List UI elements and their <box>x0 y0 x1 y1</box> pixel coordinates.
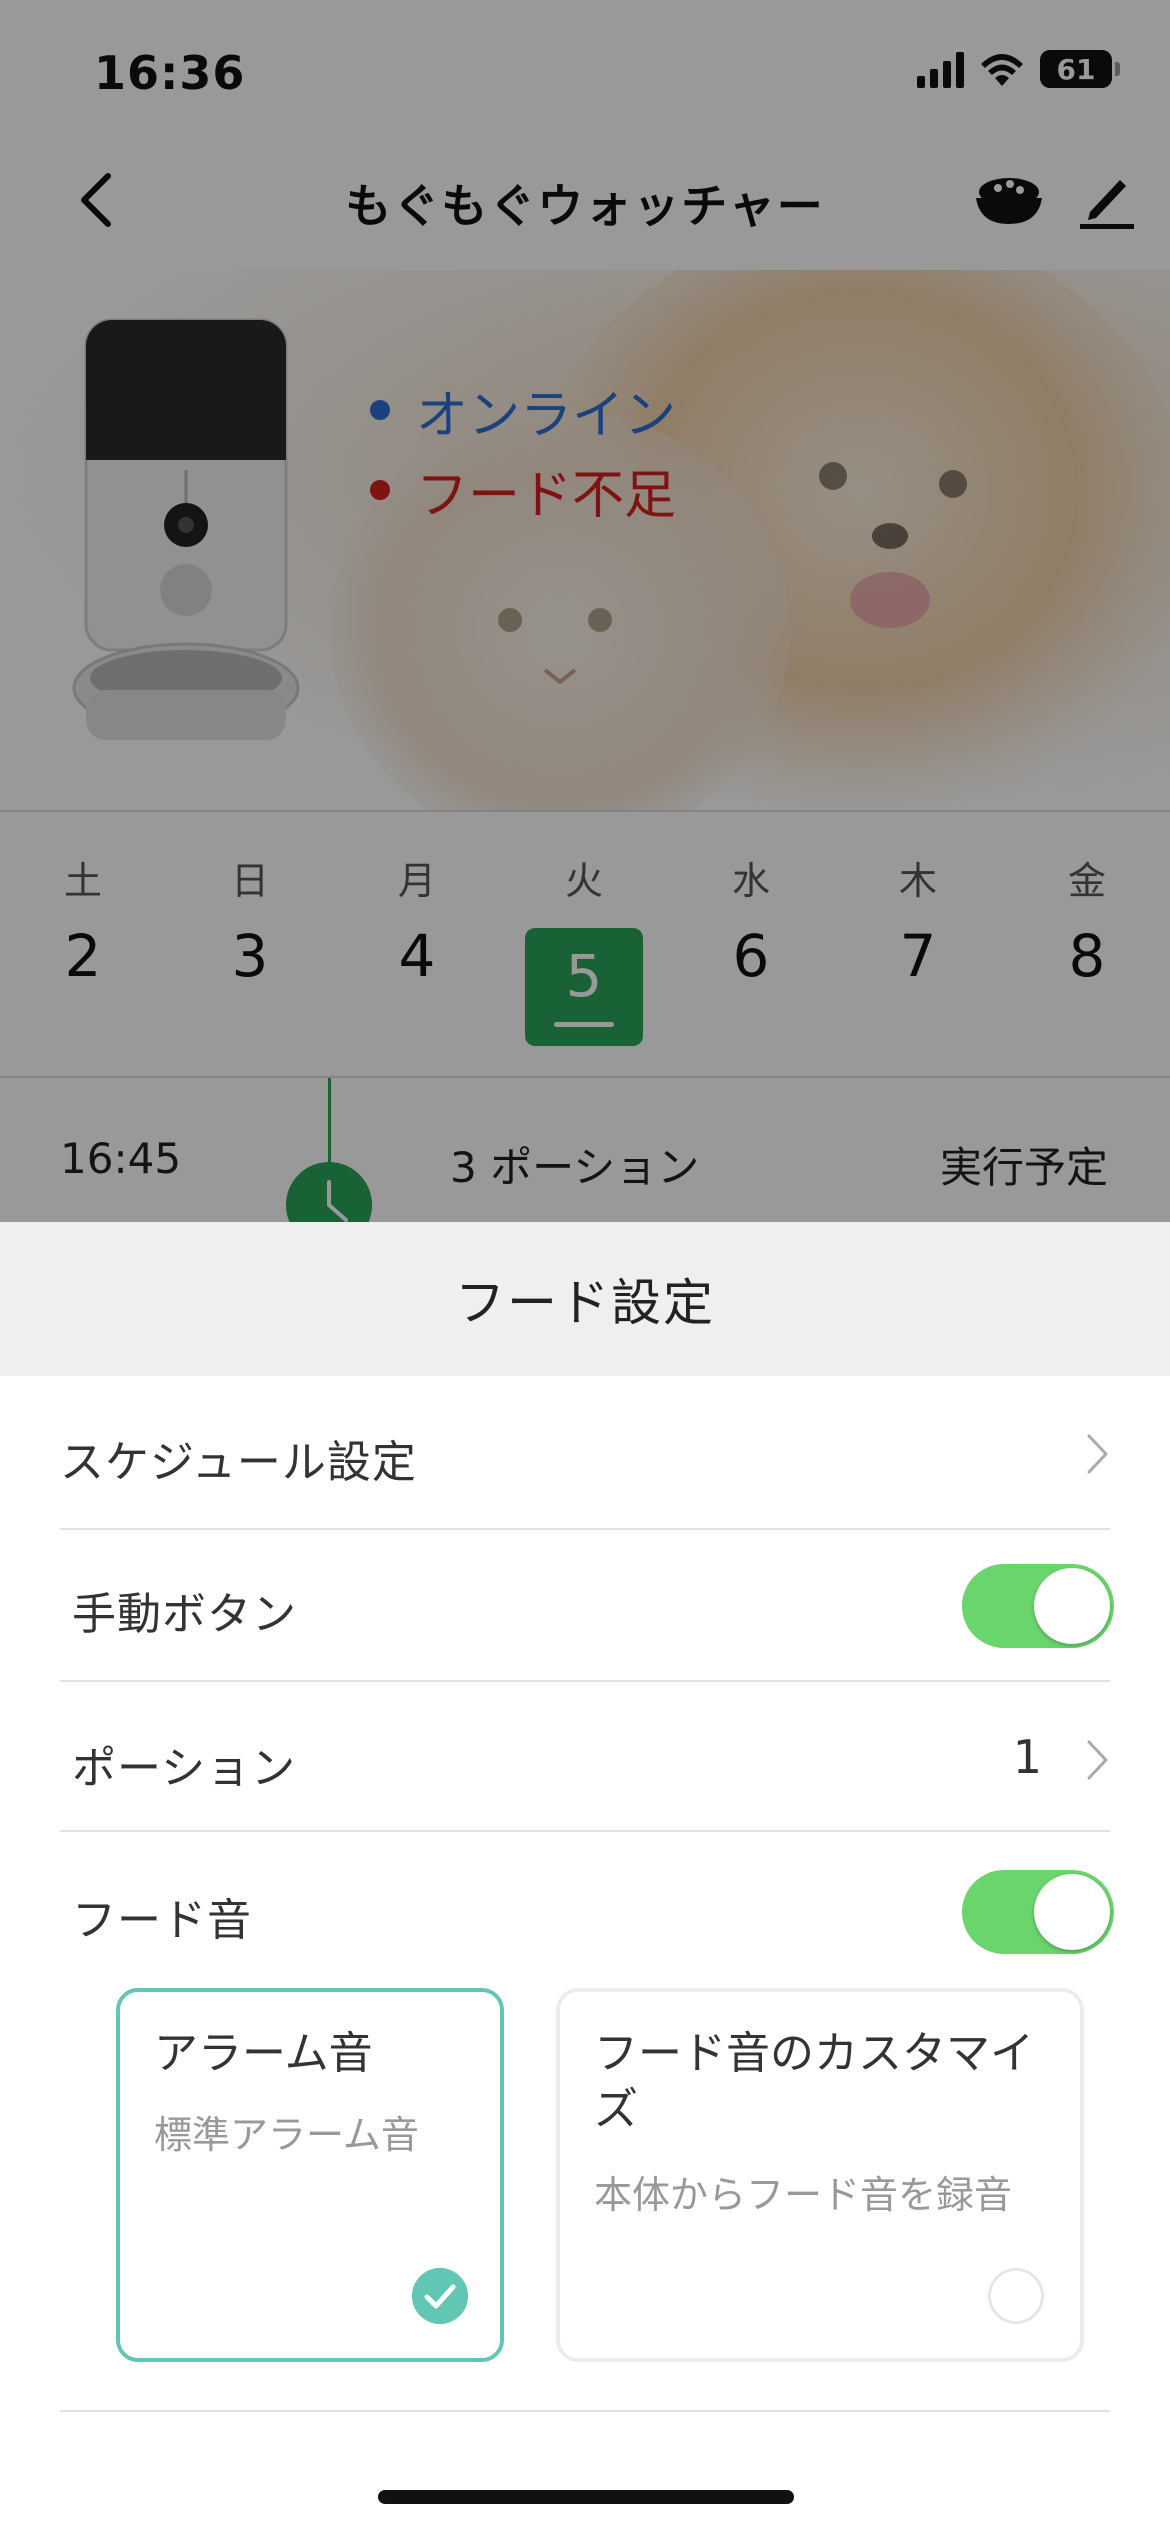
food-sound-label: フード音 <box>72 1895 252 1946</box>
food-sound-toggle[interactable] <box>962 1870 1114 1954</box>
manual-button-row: 手動ボタン <box>60 1530 1114 1682</box>
portion-value: 1 <box>1012 1730 1042 1784</box>
checkmark-icon <box>412 2268 468 2324</box>
alarm-sound-option[interactable]: アラーム音 標準アラーム音 <box>116 1988 504 2362</box>
manual-button-toggle[interactable] <box>962 1564 1114 1648</box>
food-sound-row: フード音 <box>60 1832 1114 1982</box>
schedule-settings-row[interactable]: スケジュール設定 <box>60 1376 1110 1530</box>
modal-overlay[interactable] <box>0 0 1170 1222</box>
custom-food-sound-option[interactable]: フード音のカスタマイズ 本体からフード音を録音 <box>556 1988 1084 2362</box>
toggle-knob <box>1034 1874 1110 1950</box>
manual-button-label: 手動ボタン <box>72 1589 297 1640</box>
unchecked-radio-icon <box>988 2268 1044 2324</box>
sheet-title: フード設定 <box>0 1222 1170 1376</box>
chevron-right-icon <box>1087 1434 1108 1474</box>
option-title: フード音のカスタマイズ <box>594 2028 1034 2135</box>
toggle-knob <box>1034 1568 1110 1644</box>
option-subtitle: 標準アラーム音 <box>154 2113 419 2157</box>
portion-row[interactable]: ポーション 1 <box>60 1682 1110 1832</box>
option-title: アラーム音 <box>154 2028 373 2079</box>
portion-label: ポーション <box>72 1743 297 1794</box>
schedule-settings-label: スケジュール設定 <box>60 1437 417 1488</box>
home-indicator[interactable] <box>378 2490 794 2504</box>
device-screen: 16:36 61 もぐもぐウォッチャー オンライン フード不足 土 2 日 3 … <box>0 0 1170 1222</box>
option-subtitle: 本体からフード音を録音 <box>594 2173 1013 2217</box>
chevron-right-icon <box>1087 1740 1108 1780</box>
divider <box>60 2410 1110 2412</box>
